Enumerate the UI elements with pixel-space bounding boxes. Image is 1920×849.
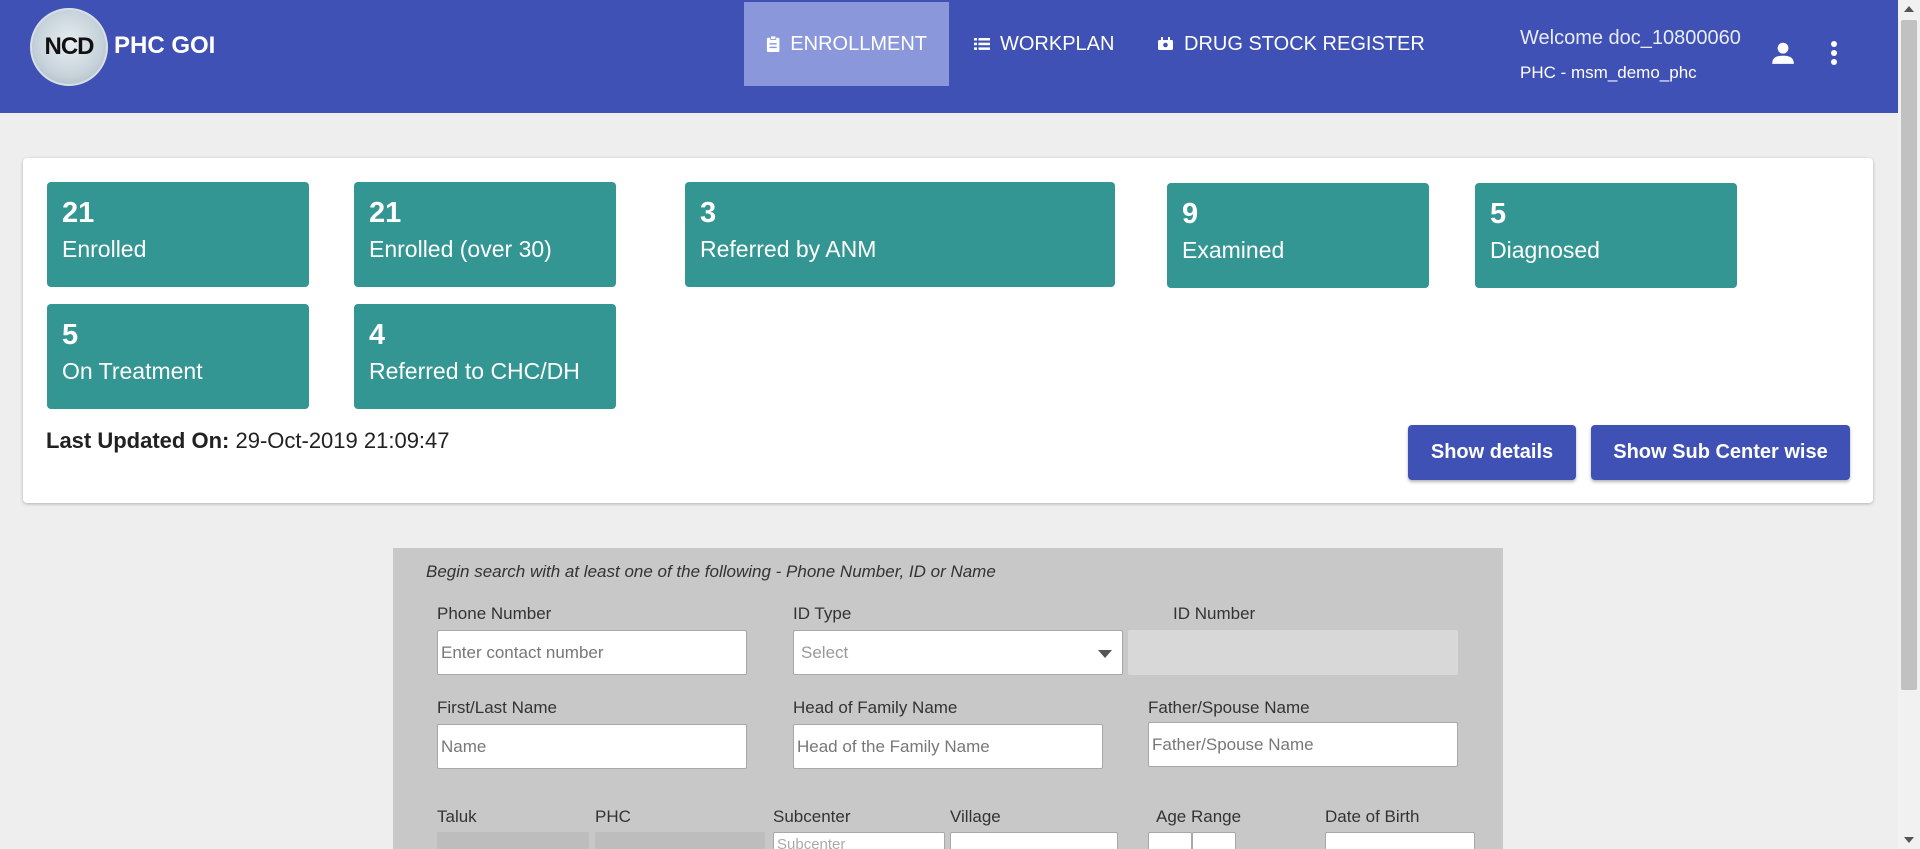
nav-workplan-label: WORKPLAN — [1000, 32, 1115, 55]
name-input[interactable]: Name — [437, 724, 747, 769]
page-scrollbar[interactable] — [1898, 0, 1920, 849]
subcenter-label: Subcenter — [773, 807, 851, 826]
list-icon — [974, 38, 990, 50]
logo-text: NCD — [44, 33, 95, 60]
ncd-logo[interactable]: NCD — [30, 8, 108, 86]
stat-label: Enrolled — [62, 236, 147, 262]
first-last-name-label: First/Last Name — [437, 698, 557, 717]
stat-label: On Treatment — [62, 358, 203, 384]
last-updated: Last Updated On: 29-Oct-2019 21:09:47 — [46, 428, 450, 454]
stat-tile-diagnosed[interactable]: 5 Diagnosed — [1475, 183, 1737, 288]
village-label: Village — [950, 807, 1001, 826]
welcome-text: Welcome doc_10800060 — [1520, 27, 1741, 49]
nav-drug-stock-register[interactable]: DRUG STOCK REGISTER — [1135, 2, 1447, 86]
age-range-label: Age Range — [1156, 807, 1242, 826]
show-details-button[interactable]: Show details — [1408, 425, 1576, 480]
top-app-bar: NCD PHC GOI ENROLLMENT WORKPLAN DRUG STO… — [0, 0, 1898, 113]
chevron-down-icon — [1098, 650, 1112, 658]
phc-name: PHC - msm_demo_phc — [1520, 63, 1697, 82]
stat-value: 9 — [1182, 198, 1199, 230]
stat-value: 5 — [1490, 198, 1507, 230]
stat-tile-enrolled[interactable]: 21 Enrolled — [47, 182, 309, 287]
scrollbar-thumb[interactable] — [1901, 20, 1917, 690]
phc-select[interactable] — [595, 832, 765, 849]
clipboard-icon — [766, 35, 780, 53]
subcenter-placeholder: Subcenter — [777, 836, 846, 849]
taluk-select[interactable] — [437, 832, 589, 849]
id-number-input[interactable] — [1128, 630, 1458, 675]
stat-label: Referred to CHC/DH — [369, 358, 580, 384]
father-spouse-input[interactable]: Father/Spouse Name — [1148, 722, 1458, 767]
last-updated-label: Last Updated On: — [46, 428, 230, 453]
beneficiary-search-panel: Begin search with at least one of the fo… — [393, 548, 1503, 849]
stat-tile-examined[interactable]: 9 Examined — [1167, 183, 1429, 288]
pill-icon — [1158, 36, 1173, 50]
father-spouse-label: Father/Spouse Name — [1148, 698, 1310, 717]
head-of-family-label: Head of Family Name — [793, 698, 958, 717]
stat-tile-enrolled-over-30[interactable]: 21 Enrolled (over 30) — [354, 182, 616, 287]
age-min-input[interactable] — [1148, 832, 1192, 849]
phone-number-label: Phone Number — [437, 604, 552, 623]
more-vert-icon[interactable] — [1830, 40, 1838, 66]
date-of-birth-input[interactable] — [1325, 832, 1475, 849]
id-type-value: Select — [801, 642, 849, 662]
stat-label: Diagnosed — [1490, 237, 1600, 263]
phone-number-input[interactable]: Enter contact number — [437, 630, 747, 675]
enrollment-stats-card: 21 Enrolled 21 Enrolled (over 30) 3 Refe… — [23, 158, 1873, 503]
nav-drug-label: DRUG STOCK REGISTER — [1184, 32, 1425, 55]
subcenter-select[interactable]: Subcenter — [773, 832, 945, 849]
scroll-down-arrow-icon[interactable] — [1904, 837, 1914, 843]
nav-workplan[interactable]: WORKPLAN — [952, 2, 1136, 86]
stat-label: Enrolled (over 30) — [369, 236, 552, 262]
date-of-birth-label: Date of Birth — [1325, 807, 1420, 826]
id-number-label: ID Number — [1173, 604, 1256, 623]
stat-value: 4 — [369, 319, 386, 351]
stat-label: Examined — [1182, 237, 1285, 263]
scroll-up-arrow-icon[interactable] — [1904, 6, 1914, 12]
stat-value: 21 — [62, 197, 95, 229]
app-title: PHC GOI — [114, 32, 216, 59]
village-select[interactable] — [950, 832, 1118, 849]
age-max-input[interactable] — [1192, 832, 1236, 849]
head-of-family-input[interactable]: Head of the Family Name — [793, 724, 1103, 769]
stat-label: Referred by ANM — [700, 236, 877, 262]
nav-enrollment[interactable]: ENROLLMENT — [744, 2, 949, 86]
stat-value: 3 — [700, 197, 717, 229]
taluk-label: Taluk — [437, 807, 477, 826]
nav-enrollment-label: ENROLLMENT — [790, 32, 927, 55]
stat-value: 5 — [62, 319, 79, 351]
id-type-label: ID Type — [793, 604, 852, 623]
stat-tile-referred-to-chc-dh[interactable]: 4 Referred to CHC/DH — [354, 304, 616, 409]
last-updated-value: 29-Oct-2019 21:09:47 — [235, 428, 450, 453]
search-hint: Begin search with at least one of the fo… — [426, 562, 996, 581]
id-type-select[interactable]: Select — [793, 630, 1123, 675]
show-sub-center-wise-button[interactable]: Show Sub Center wise — [1591, 425, 1850, 480]
stat-value: 21 — [369, 197, 402, 229]
phc-label: PHC — [595, 807, 631, 826]
account-icon[interactable] — [1770, 40, 1796, 66]
stat-tile-referred-by-anm[interactable]: 3 Referred by ANM — [685, 182, 1115, 287]
stat-tile-on-treatment[interactable]: 5 On Treatment — [47, 304, 309, 409]
